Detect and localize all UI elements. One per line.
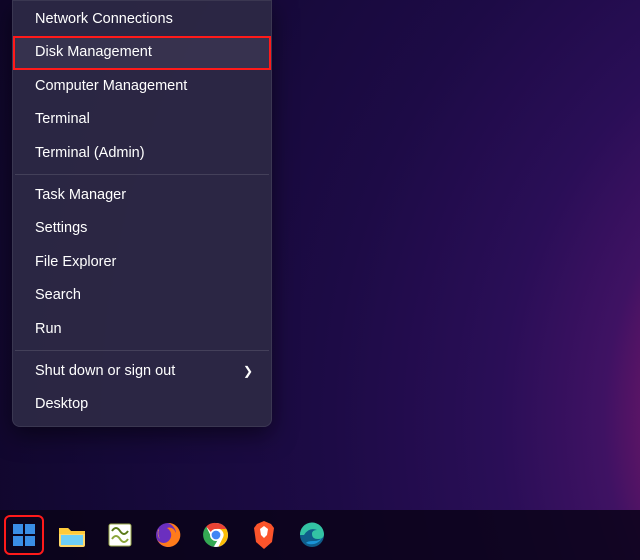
folder-icon [57, 522, 87, 548]
menu-separator [15, 174, 269, 175]
edge-icon [298, 521, 326, 549]
menu-item-file-explorer[interactable]: File Explorer [13, 246, 271, 279]
menu-item-label: Settings [35, 220, 87, 237]
menu-item-terminal[interactable]: Terminal [13, 103, 271, 136]
taskbar [0, 510, 640, 560]
firefox-icon [154, 521, 182, 549]
menu-item-label: File Explorer [35, 254, 116, 271]
menu-item-run[interactable]: Run [13, 313, 271, 346]
menu-item-computer-management[interactable]: Computer Management [13, 70, 271, 103]
menu-item-label: Shut down or sign out [35, 363, 175, 380]
menu-item-disk-management[interactable]: Disk Management [13, 36, 271, 69]
menu-separator [15, 350, 269, 351]
menu-item-shut-down-or-sign-out[interactable]: Shut down or sign out ❯ [13, 355, 271, 388]
menu-item-settings[interactable]: Settings [13, 212, 271, 245]
brave-icon [251, 520, 277, 550]
winx-context-menu: Network Connections Disk Management Comp… [12, 0, 272, 427]
menu-item-desktop[interactable]: Desktop [13, 388, 271, 421]
menu-item-label: Network Connections [35, 11, 173, 28]
windows-logo-icon [11, 522, 37, 548]
menu-item-search[interactable]: Search [13, 279, 271, 312]
menu-item-label: Computer Management [35, 78, 187, 95]
taskbar-brave[interactable] [246, 517, 282, 553]
menu-item-terminal-admin[interactable]: Terminal (Admin) [13, 137, 271, 170]
start-button[interactable] [6, 517, 42, 553]
menu-item-network-connections[interactable]: Network Connections [13, 3, 271, 36]
taskbar-notepad-plus-plus[interactable] [102, 517, 138, 553]
taskbar-edge[interactable] [294, 517, 330, 553]
menu-item-label: Disk Management [35, 44, 152, 61]
menu-item-task-manager[interactable]: Task Manager [13, 179, 271, 212]
taskbar-file-explorer[interactable] [54, 517, 90, 553]
menu-item-label: Run [35, 321, 62, 338]
chrome-icon [202, 521, 230, 549]
menu-item-label: Desktop [35, 396, 88, 413]
menu-item-label: Terminal (Admin) [35, 145, 145, 162]
menu-item-label: Task Manager [35, 187, 126, 204]
menu-item-label: Terminal [35, 111, 90, 128]
chevron-right-icon: ❯ [243, 364, 253, 378]
taskbar-firefox[interactable] [150, 517, 186, 553]
menu-item-label: Search [35, 287, 81, 304]
taskbar-chrome[interactable] [198, 517, 234, 553]
notepad-plus-plus-icon [106, 521, 134, 549]
